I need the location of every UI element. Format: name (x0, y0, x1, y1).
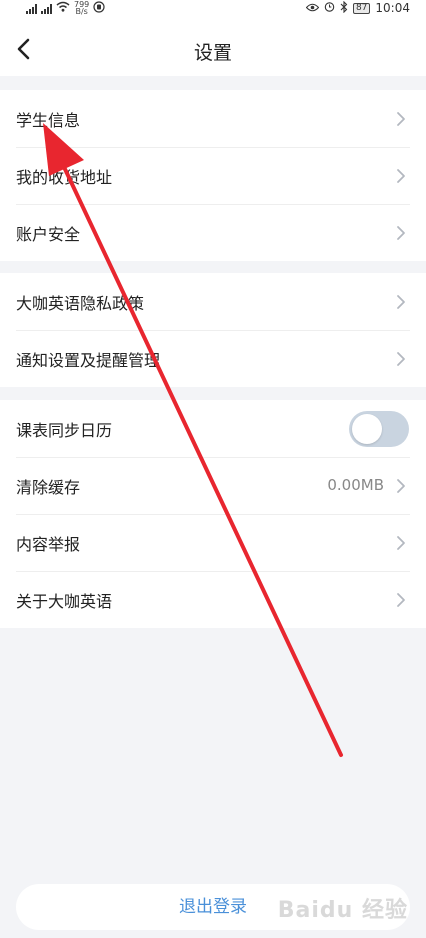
settings-group-general: 课表同步日历 清除缓存 0.00MB 内容举报 关于大咖英语 (0, 400, 426, 628)
status-bar-right: 87 10:04 (305, 0, 410, 16)
settings-item-shipping-address[interactable]: 我的收货地址 (0, 147, 426, 204)
app-notification-icon (93, 0, 105, 16)
status-time: 10:04 (375, 1, 410, 15)
status-bar: 799 B/s 87 10:04 (0, 0, 426, 16)
signal-icon-2 (41, 3, 52, 14)
chevron-right-icon (397, 351, 405, 366)
chevron-right-icon (397, 225, 405, 240)
watermark-logo: Baidu 经验 (277, 898, 408, 923)
network-speed-unit: B/s (75, 7, 88, 16)
chevron-right-icon (397, 111, 405, 126)
settings-item-clear-cache[interactable]: 清除缓存 0.00MB (0, 457, 426, 514)
settings-item-label: 关于大咖英语 (16, 591, 113, 611)
chevron-right-icon (397, 294, 405, 309)
settings-item-notifications[interactable]: 通知设置及提醒管理 (0, 330, 426, 387)
status-bar-left: 799 B/s (26, 0, 105, 16)
settings-item-label: 学生信息 (16, 110, 81, 130)
settings-item-report-content[interactable]: 内容举报 (0, 514, 426, 571)
settings-item-calendar-sync: 课表同步日历 (0, 400, 426, 457)
settings-item-label: 内容举报 (16, 534, 81, 554)
cache-size-value: 0.00MB (327, 476, 384, 494)
chevron-right-icon (397, 478, 405, 493)
settings-item-privacy-policy[interactable]: 大咖英语隐私政策 (0, 273, 426, 330)
settings-item-label: 账户安全 (16, 224, 81, 244)
navigation-bar: 设置 (0, 16, 426, 76)
settings-item-about[interactable]: 关于大咖英语 (0, 571, 426, 628)
calendar-sync-toggle[interactable] (349, 410, 409, 447)
settings-item-label: 我的收货地址 (16, 167, 113, 187)
eye-icon (305, 1, 320, 15)
toggle-knob (352, 413, 382, 444)
page-title: 设置 (193, 42, 232, 64)
chevron-right-icon (397, 535, 405, 550)
settings-item-label: 通知设置及提醒管理 (16, 350, 161, 370)
chevron-right-icon (397, 592, 405, 607)
chevron-right-icon (397, 168, 405, 183)
settings-group-account: 学生信息 我的收货地址 账户安全 (0, 90, 426, 261)
settings-item-account-security[interactable]: 账户安全 (0, 204, 426, 261)
battery-indicator: 87 (352, 2, 371, 14)
signal-icon (26, 3, 37, 14)
settings-item-label: 大咖英语隐私政策 (16, 293, 145, 313)
settings-item-label: 课表同步日历 (16, 420, 113, 440)
bluetooth-icon (340, 0, 348, 16)
network-speed: 799 B/s (74, 1, 89, 16)
settings-group-privacy: 大咖英语隐私政策 通知设置及提醒管理 (0, 273, 426, 387)
alarm-icon (324, 1, 335, 15)
settings-item-student-info[interactable]: 学生信息 (0, 90, 426, 147)
wifi-icon (56, 1, 70, 15)
settings-item-label: 清除缓存 (16, 477, 81, 497)
